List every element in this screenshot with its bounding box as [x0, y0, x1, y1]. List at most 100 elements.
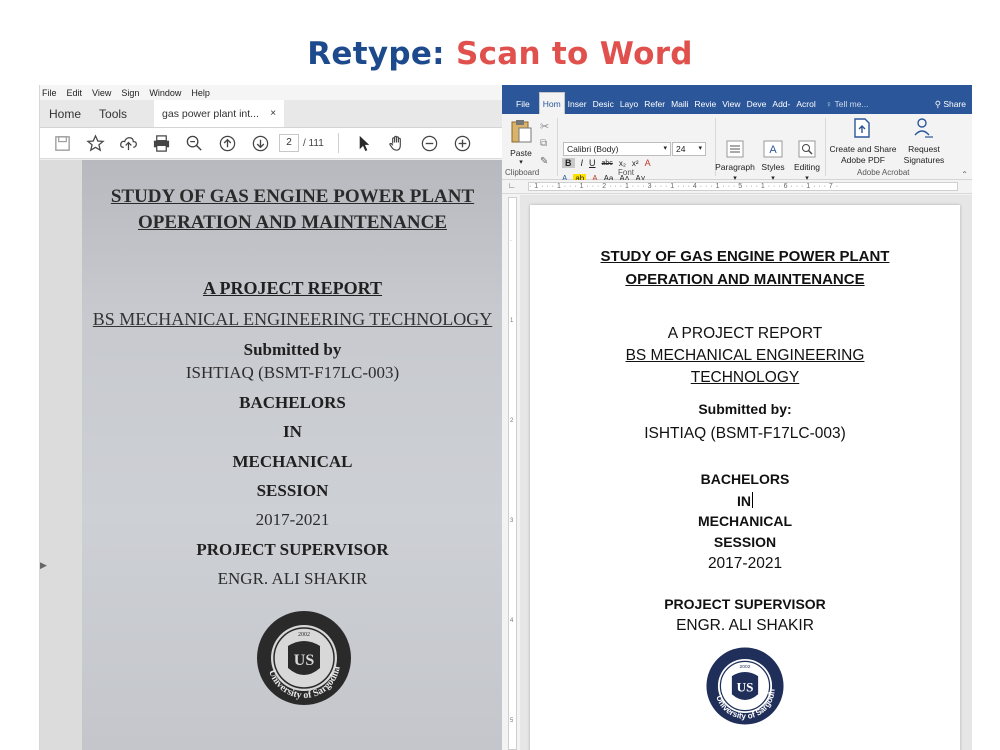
word-tab-layout[interactable]: Layo: [617, 94, 641, 114]
ribbon-divider: [825, 118, 826, 176]
strikethrough-button[interactable]: abc: [602, 160, 613, 167]
zoom-in-icon[interactable]: [446, 131, 479, 155]
scan-supervisor-label: PROJECT SUPERVISOR: [196, 540, 389, 559]
doc-mechanical: MECHANICAL: [697, 513, 793, 529]
word-tab-addins[interactable]: Add-: [769, 94, 793, 114]
scan-title-line2: OPERATION AND MAINTENANCE: [138, 212, 447, 233]
select-cursor-icon[interactable]: [347, 131, 380, 155]
editing-button[interactable]: Editing ▾: [791, 138, 823, 184]
text-cursor: [752, 492, 753, 508]
page-number-input[interactable]: 2: [279, 134, 299, 152]
font-name-value: Calibri (Body): [567, 144, 619, 154]
scan-supervisor-name: ENGR. ALI SHAKIR: [217, 569, 368, 588]
document-canvas[interactable]: STUDY OF GAS ENGINE POWER PLANT OPERATIO…: [520, 195, 972, 750]
svg-text:2002: 2002: [298, 632, 310, 638]
tab-tools[interactable]: Tools: [90, 100, 136, 127]
create-share-label: Create and Share: [829, 144, 897, 154]
scan-submitted-by: Submitted by: [243, 340, 342, 359]
font-size-value: 24: [676, 144, 686, 154]
copy-icon[interactable]: ⧉: [540, 138, 547, 149]
clear-format-icon[interactable]: A: [645, 158, 651, 168]
doc-submitted-by: Submitted by:: [698, 401, 792, 417]
tab-home[interactable]: Home: [40, 100, 90, 127]
svg-text:2002: 2002: [740, 664, 751, 670]
pdf-document-area[interactable]: ▶ STUDY OF GAS ENGINE POWER PLANT OPERAT…: [40, 160, 502, 750]
tab-selector-icon[interactable]: ∟: [508, 181, 516, 190]
signatures-label: Signatures: [903, 155, 945, 165]
word-tab-insert[interactable]: Inser: [565, 94, 590, 114]
word-tab-view[interactable]: View: [719, 94, 743, 114]
collapse-ribbon-icon[interactable]: ⌃: [961, 170, 968, 179]
word-tab-home[interactable]: Hom: [538, 92, 565, 114]
word-tab-mailings[interactable]: Maili: [668, 94, 691, 114]
font-size-select[interactable]: 24 ▾: [672, 142, 706, 156]
font-name-select[interactable]: Calibri (Body) ▾: [563, 142, 671, 156]
word-tab-acrobat[interactable]: Acrol: [793, 94, 818, 114]
vertical-ruler[interactable]: · 1 2 3 4 5: [508, 197, 517, 750]
signature-icon: [913, 117, 935, 139]
zoom-out-search-icon[interactable]: [178, 131, 211, 155]
underline-button[interactable]: U: [589, 158, 596, 168]
doc-in-line: IN: [530, 492, 960, 509]
format-painter-icon[interactable]: ✎: [540, 156, 548, 167]
save-icon[interactable]: [46, 131, 79, 155]
share-button[interactable]: ⚲ Share: [932, 94, 972, 114]
subscript-button[interactable]: x₂: [619, 159, 626, 168]
doc-report-heading: A PROJECT REPORT: [667, 325, 823, 342]
menu-help[interactable]: Help: [191, 88, 210, 98]
create-share-pdf-button[interactable]: Create and Share Adobe PDF: [828, 118, 898, 166]
request-label: Request: [908, 144, 940, 154]
doc-bachelors: BACHELORS: [700, 471, 790, 487]
menu-window[interactable]: Window: [149, 88, 181, 98]
lightbulb-icon: ♀︎: [825, 99, 833, 109]
find-search-icon: [791, 138, 823, 160]
request-signatures-button[interactable]: Request Signatures: [900, 118, 948, 166]
svg-text:US: US: [294, 652, 315, 669]
paragraph-label: Paragraph: [715, 162, 755, 172]
styles-button[interactable]: A Styles ▾: [758, 138, 788, 184]
menu-file[interactable]: File: [42, 88, 57, 98]
ribbon-divider: [557, 118, 558, 176]
expand-panel-icon[interactable]: ▶: [40, 560, 47, 571]
doc-title-line2: OPERATION AND MAINTENANCE: [625, 271, 865, 288]
bold-button[interactable]: B: [562, 158, 575, 168]
menu-edit[interactable]: Edit: [67, 88, 83, 98]
zoom-out-icon[interactable]: [413, 131, 446, 155]
font-format-row: B I U abc x₂ x² A: [562, 158, 657, 168]
word-tab-review[interactable]: Revie: [692, 94, 720, 114]
paste-dropdown-icon[interactable]: ▾: [508, 158, 534, 166]
tab-document[interactable]: gas power plant int... ×: [154, 100, 285, 127]
print-icon[interactable]: [145, 131, 178, 155]
styles-icon: A: [758, 138, 788, 160]
university-seal-logo: US 2002 University of Sargodha: [704, 645, 784, 725]
tell-me-search[interactable]: ♀︎ Tell me...: [823, 94, 872, 114]
paragraph-button[interactable]: Paragraph ▾: [714, 138, 756, 184]
pdf-viewer-window: File Edit View Sign Window Help Home Too…: [39, 85, 502, 750]
word-tab-file[interactable]: File: [502, 94, 539, 114]
scan-years: 2017-2021: [255, 510, 330, 529]
bookmark-star-icon[interactable]: [79, 131, 112, 155]
cloud-upload-icon[interactable]: [112, 131, 145, 155]
word-tab-developer[interactable]: Deve: [744, 94, 770, 114]
doc-supervisor-label: PROJECT SUPERVISOR: [664, 596, 826, 612]
hand-tool-icon[interactable]: [380, 131, 413, 155]
scan-session: SESSION: [256, 481, 329, 500]
menu-sign[interactable]: Sign: [121, 88, 139, 98]
paste-button[interactable]: Paste ▾: [508, 118, 534, 166]
banner-prefix: Retype:: [307, 36, 445, 72]
word-tab-references[interactable]: Refer: [641, 94, 668, 114]
horizontal-ruler[interactable]: ∟ · 1 · · · 1 · · · 1 · · · 2 · · · 1 · …: [502, 180, 972, 194]
document-page[interactable]: STUDY OF GAS ENGINE POWER PLANT OPERATIO…: [530, 205, 960, 750]
word-tab-design[interactable]: Desic: [590, 94, 617, 114]
menu-view[interactable]: View: [92, 88, 111, 98]
scan-bachelors: BACHELORS: [239, 393, 346, 412]
banner-rest: Scan to Word: [455, 36, 693, 72]
pdf-toolbar: 2 / 111: [40, 128, 502, 159]
close-tab-icon[interactable]: ×: [270, 108, 276, 119]
next-page-icon[interactable]: [244, 131, 277, 155]
italic-button[interactable]: I: [581, 158, 584, 168]
superscript-button[interactable]: x²: [632, 159, 639, 168]
previous-page-icon[interactable]: [211, 131, 244, 155]
cut-icon[interactable]: ✂: [540, 120, 549, 133]
scan-in: IN: [283, 422, 302, 441]
